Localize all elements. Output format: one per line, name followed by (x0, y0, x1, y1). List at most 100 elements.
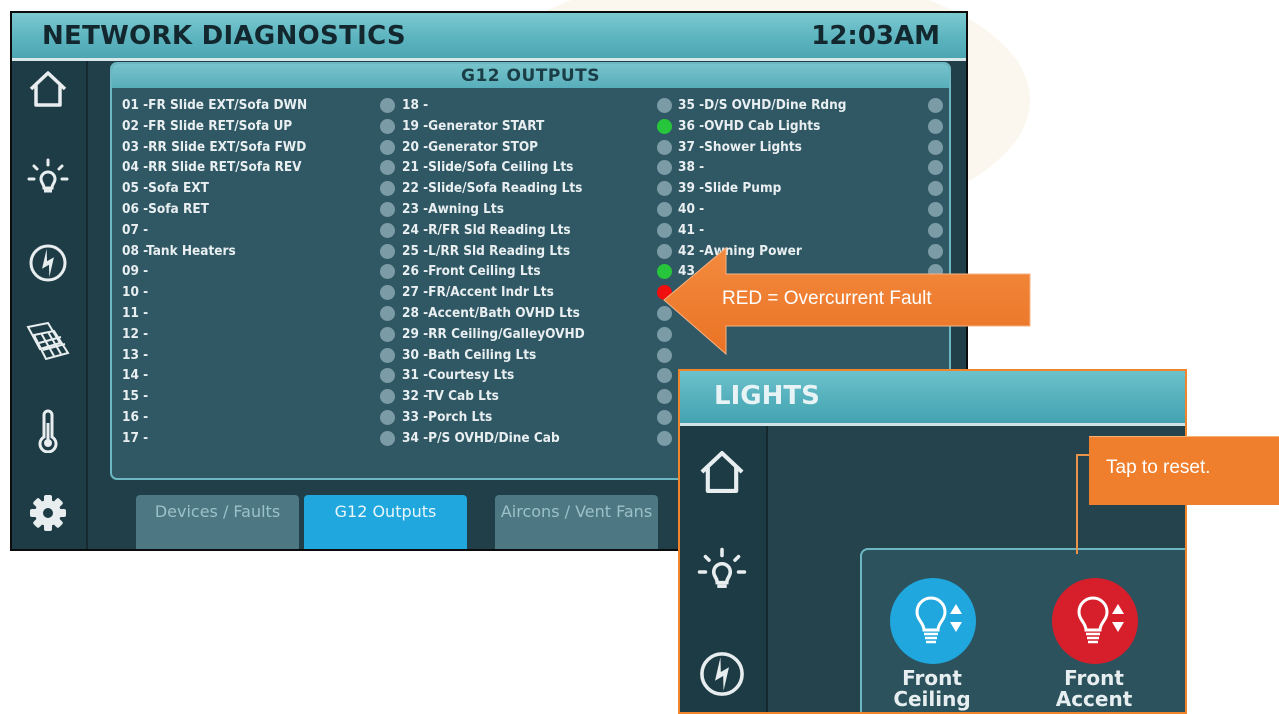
sidebar-item-climate[interactable] (26, 409, 70, 454)
status-indicator[interactable] (380, 409, 395, 425)
output-label: 08 -Tank Heaters (122, 242, 236, 259)
home-icon (29, 71, 67, 107)
lights-screen-inset: LIGHTS Front Ceiling Front Accent (678, 369, 1187, 714)
status-indicator[interactable] (380, 201, 395, 217)
status-indicator[interactable] (380, 347, 395, 363)
output-label: 12 - (122, 325, 149, 342)
output-row: 18 - (402, 96, 676, 117)
output-label: 19 -Generator START (402, 117, 545, 134)
header-bar: NETWORK DIAGNOSTICS 12:03AM (12, 13, 966, 61)
output-row: 03 -RR Slide EXT/Sofa FWD (122, 138, 398, 159)
output-row: 07 - (122, 221, 398, 242)
output-label: 03 -RR Slide EXT/Sofa FWD (122, 138, 307, 155)
status-indicator[interactable] (928, 118, 943, 134)
status-indicator[interactable] (928, 201, 943, 217)
status-indicator[interactable] (380, 285, 395, 301)
sidebar-item-home[interactable] (26, 67, 70, 111)
status-indicator[interactable] (928, 222, 943, 238)
home-icon[interactable] (696, 446, 748, 498)
output-label: 14 - (122, 367, 149, 384)
status-indicator[interactable] (380, 389, 395, 405)
output-row: 14 - (122, 366, 398, 387)
sidebar-item-solar[interactable] (26, 317, 70, 361)
output-label: 07 - (122, 221, 149, 238)
status-indicator[interactable] (380, 118, 395, 134)
status-indicator[interactable] (928, 181, 943, 197)
output-row: 37 -Shower Lights (678, 138, 944, 159)
output-label: 32 -TV Cab Lts (402, 388, 499, 405)
output-label: 27 -FR/Accent Indr Lts (402, 284, 554, 301)
output-label: 21 -Slide/Sofa Ceiling Lts (402, 159, 574, 176)
thermometer-icon (38, 409, 58, 454)
status-indicator[interactable] (657, 160, 672, 176)
status-indicator[interactable] (380, 181, 395, 197)
panel-title: G12 OUTPUTS (112, 64, 949, 88)
output-label: 29 -RR Ceiling/GalleyOVHD (402, 325, 585, 342)
output-row: 30 -Bath Ceiling Lts (402, 346, 676, 367)
sidebar-item-lights[interactable] (26, 157, 70, 201)
output-row: 23 -Awning Lts (402, 200, 676, 221)
output-label: 11 - (122, 304, 149, 321)
output-row: 34 -P/S OVHD/Dine Cab (402, 429, 676, 450)
output-label: 35 -D/S OVHD/Dine Rdng (678, 97, 847, 113)
output-label: 17 - (122, 429, 149, 446)
output-row: 19 -Generator START (402, 117, 676, 138)
status-indicator[interactable] (657, 368, 672, 384)
lights-title: LIGHTS (714, 381, 820, 411)
status-indicator[interactable] (380, 139, 395, 155)
status-indicator[interactable] (928, 98, 943, 113)
status-indicator[interactable] (380, 98, 395, 113)
status-indicator[interactable] (380, 243, 395, 259)
status-indicator[interactable] (380, 326, 395, 342)
front-accent-button[interactable] (1052, 578, 1138, 664)
status-indicator[interactable] (657, 181, 672, 197)
output-label: 20 -Generator STOP (402, 138, 539, 155)
sidebar (12, 61, 86, 549)
status-indicator[interactable] (928, 160, 943, 176)
front-accent-label: Front Accent (1055, 666, 1133, 711)
lights-header: LIGHTS (680, 371, 1185, 426)
status-indicator[interactable] (380, 430, 395, 446)
tab-aircons-vent-fans[interactable]: Aircons / Vent Fans (495, 495, 658, 549)
output-row: 28 -Accent/Bath OVHD Lts (402, 304, 676, 325)
status-indicator[interactable] (380, 305, 395, 321)
status-indicator[interactable] (657, 389, 672, 405)
output-label: 40 - (678, 200, 705, 217)
tab-devices-faults[interactable]: Devices / Faults (136, 495, 299, 549)
status-indicator[interactable] (380, 368, 395, 384)
front-ceiling-button[interactable] (890, 578, 976, 664)
output-row: 35 -D/S OVHD/Dine Rdng (678, 96, 944, 117)
sidebar-item-power[interactable] (26, 241, 70, 285)
output-row: 24 -R/FR Sld Reading Lts (402, 221, 676, 242)
status-indicator[interactable] (928, 139, 943, 155)
power-icon[interactable] (696, 648, 748, 700)
status-indicator[interactable] (657, 118, 672, 134)
status-indicator[interactable] (657, 222, 672, 238)
light-bulb-icon[interactable] (696, 546, 748, 598)
output-label: 09 - (122, 263, 149, 280)
status-indicator[interactable] (657, 409, 672, 425)
output-row: 08 -Tank Heaters (122, 242, 398, 263)
gear-icon (30, 495, 66, 531)
status-indicator[interactable] (657, 201, 672, 217)
status-indicator[interactable] (657, 139, 672, 155)
output-row: 11 - (122, 304, 398, 325)
page-title: NETWORK DIAGNOSTICS (42, 21, 406, 51)
status-indicator[interactable] (657, 98, 672, 113)
status-indicator[interactable] (380, 264, 395, 280)
output-label: 26 -Front Ceiling Lts (402, 263, 541, 280)
status-indicator[interactable] (380, 222, 395, 238)
status-indicator[interactable] (380, 160, 395, 176)
status-indicator[interactable] (657, 430, 672, 446)
sidebar-item-settings[interactable] (26, 491, 70, 535)
output-label: 05 -Sofa EXT (122, 180, 209, 197)
output-row: 22 -Slide/Sofa Reading Lts (402, 179, 676, 200)
output-row: 41 - (678, 221, 944, 242)
lights-panel: Front Ceiling Front Accent (860, 548, 1185, 712)
light-bulb-dimmer-icon (915, 596, 962, 644)
output-row: 29 -RR Ceiling/GalleyOVHD (402, 325, 676, 346)
output-row: 10 - (122, 283, 398, 304)
output-label: 25 -L/RR Sld Reading Lts (402, 242, 571, 259)
output-label: 24 -R/FR Sld Reading Lts (402, 221, 571, 238)
tab-g12-outputs[interactable]: G12 Outputs (304, 495, 467, 549)
